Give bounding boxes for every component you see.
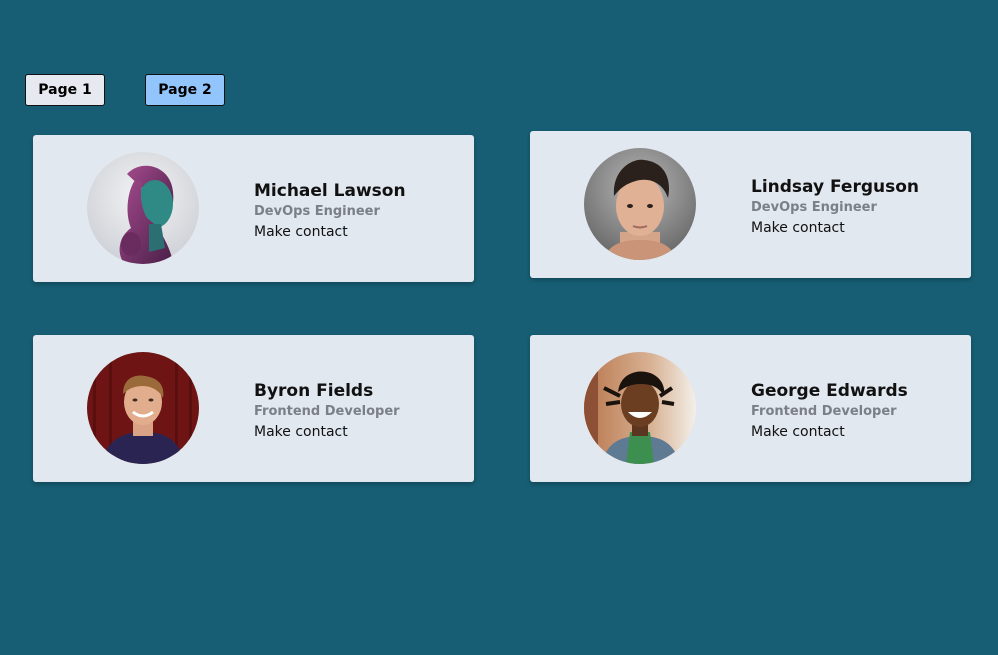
profile-info: Lindsay Ferguson DevOps Engineer Make co… [751,175,919,239]
avatar [584,352,696,464]
profile-role: Frontend Developer [254,404,400,419]
make-contact-link[interactable]: Make contact [751,421,908,443]
avatar [584,148,696,260]
profile-name: Michael Lawson [254,181,406,201]
make-contact-link[interactable]: Make contact [254,421,400,443]
avatar [87,152,199,264]
profile-card: Byron Fields Frontend Developer Make con… [33,335,474,482]
page-1-button[interactable]: Page 1 [25,74,105,106]
profile-role: DevOps Engineer [254,204,380,219]
page-2-button[interactable]: Page 2 [145,74,225,106]
profile-info: George Edwards Frontend Developer Make c… [751,379,908,443]
profile-role: Frontend Developer [751,404,897,419]
profile-info: Byron Fields Frontend Developer Make con… [254,379,400,443]
profile-name: Byron Fields [254,381,374,401]
profile-info: Michael Lawson DevOps Engineer Make cont… [254,179,406,243]
make-contact-link[interactable]: Make contact [254,221,406,243]
profile-card: Michael Lawson DevOps Engineer Make cont… [33,135,474,282]
profile-role: DevOps Engineer [751,200,877,215]
make-contact-link[interactable]: Make contact [751,217,919,239]
profile-list-page: Page 1 Page 2 Michael Lawson DevOps Engi… [0,0,998,655]
profile-name: George Edwards [751,381,908,401]
avatar [87,352,199,464]
profile-card: Lindsay Ferguson DevOps Engineer Make co… [530,131,971,278]
profile-card: George Edwards Frontend Developer Make c… [530,335,971,482]
profile-name: Lindsay Ferguson [751,177,920,197]
